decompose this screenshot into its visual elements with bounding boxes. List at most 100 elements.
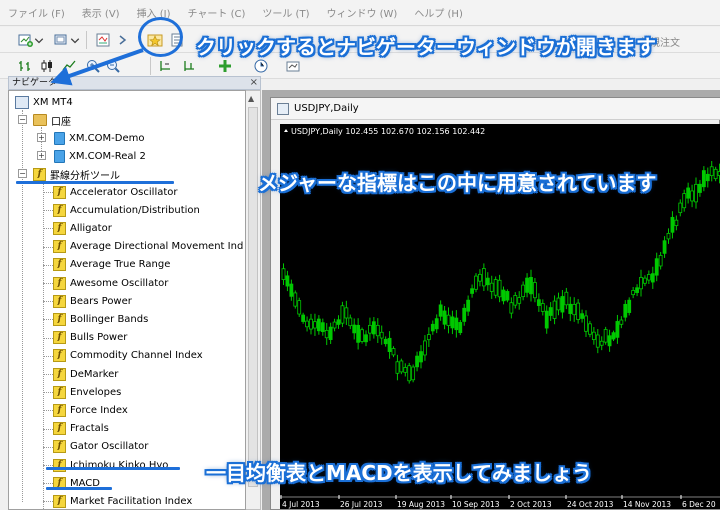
zoom-out-icon[interactable] (104, 57, 122, 75)
tree-account-demo[interactable]: XM.COM-Demo (54, 129, 144, 147)
indicator-label: Bears Power (70, 295, 132, 307)
indicator-label: DeMarker (70, 368, 119, 380)
date-tick-label: 26 Jul 2013 (340, 500, 383, 509)
tree-accounts-folder[interactable]: 口座 (33, 111, 71, 129)
chart-window-title-bar[interactable]: USDJPY,Daily (271, 98, 720, 120)
chart-info-line: USDJPY,Daily 102.455 102.670 102.156 102… (291, 127, 485, 136)
indicator-item[interactable]: f Gator Oscillator (53, 438, 148, 456)
indicator-label: Commodity Channel Index (70, 350, 203, 362)
indicator-label: Gator Oscillator (70, 441, 149, 453)
indicator-item[interactable]: f Bollinger Bands (53, 310, 148, 328)
chart-window: USDJPY,Daily USDJPY,Daily 102.455 102.67… (270, 97, 720, 510)
expand-icon[interactable]: + (37, 133, 46, 142)
date-tick-label: 14 Nov 2013 (623, 500, 671, 509)
indicator-icon: f (53, 185, 66, 199)
date-tick-label: 10 Sep 2013 (452, 500, 500, 509)
new-chart-icon[interactable] (16, 31, 34, 49)
indicator-icon: f (53, 294, 66, 308)
tree-root[interactable]: XM MT4 (15, 93, 73, 111)
indicator-item[interactable]: f Awesome Oscillator (53, 274, 168, 292)
close-icon[interactable]: × (250, 77, 258, 89)
indicator-item[interactable]: f Force Index (53, 401, 128, 419)
macd-underline (46, 487, 112, 490)
indicator-item[interactable]: f Alligator (53, 219, 112, 237)
indicator-label: Accelerator Oscillator (70, 186, 178, 198)
auto-scroll-icon[interactable] (156, 57, 174, 75)
indicator-item[interactable]: f Bulls Power (53, 329, 127, 347)
indicator-icon: f (53, 276, 66, 290)
indicator-icon: f (53, 312, 66, 326)
indicator-label: Bollinger Bands (70, 313, 149, 325)
indicator-item[interactable]: f Accelerator Oscillator (53, 183, 178, 201)
date-tick-label: 4 Jul 2013 (282, 500, 320, 509)
chart-window-icon (277, 102, 289, 115)
date-tick-label: 6 Dec 20 (682, 500, 716, 509)
data-window-icon[interactable] (116, 31, 134, 49)
menu-item-4[interactable]: ツール (T) (262, 5, 309, 20)
menu-item-5[interactable]: ウィンドウ (W) (326, 5, 397, 20)
collapse-icon[interactable]: − (18, 115, 27, 124)
chevron-down-icon[interactable] (34, 31, 44, 49)
zoom-in-icon[interactable] (84, 57, 102, 75)
menu-bar: ファイル (F) 表示 (V) 挿入 (I) チャート (C) ツール (T) ウィンドウ… (0, 0, 720, 26)
date-tick-label: 19 Aug 2013 (397, 500, 445, 509)
indicator-hint-callout: メジャーな指標はこの中に用意されています (258, 171, 657, 195)
tree-account-real[interactable]: XM.COM-Real 2 (54, 147, 146, 165)
select-hint-callout: 一目均衡表とMACDを表示してみましょう (206, 461, 593, 485)
menu-item-3[interactable]: チャート (C) (188, 5, 246, 20)
market-watch-icon[interactable] (94, 31, 112, 49)
indicator-item[interactable]: f Envelopes (53, 383, 121, 401)
indicators-folder-icon: f (33, 167, 46, 181)
indicator-icon: f (53, 349, 66, 363)
navigator-hint-callout: クリックするとナビゲーターウィンドウが開きます (196, 35, 656, 59)
collapse-icon[interactable]: − (18, 169, 27, 178)
indicator-icon: f (53, 221, 66, 235)
scroll-up-icon[interactable]: ▲ (248, 94, 254, 103)
indicator-label: Fractals (70, 423, 109, 435)
indicator-icon: f (53, 422, 66, 436)
indicator-item[interactable]: f Market Facilitation Index (53, 492, 192, 509)
indicator-icon: f (53, 331, 66, 345)
indicator-icon: f (53, 494, 66, 508)
candlestick-icon[interactable] (38, 57, 56, 75)
indicator-label: Average True Range (70, 259, 171, 271)
indicator-label: Alligator (70, 222, 112, 234)
bar-chart-icon[interactable] (16, 57, 34, 75)
indicator-icon: f (53, 240, 66, 254)
line-chart-icon[interactable] (60, 57, 78, 75)
indicator-item[interactable]: f Average True Range (53, 256, 170, 274)
indicators-folder-underline (16, 181, 174, 184)
indicator-icon: f (53, 440, 66, 454)
terminal-root-icon (15, 95, 29, 109)
profiles-icon[interactable] (52, 31, 70, 49)
account-icon (54, 149, 65, 163)
indicator-label: Bulls Power (70, 332, 128, 344)
ichimoku-underline (46, 467, 180, 470)
indicator-label: Average Directional Movement Ind (70, 241, 244, 253)
indicator-item[interactable]: f Ichimoku Kinko Hyo (53, 456, 168, 474)
indicator-item[interactable]: f Bears Power (53, 292, 132, 310)
date-tick-label: 2 Oct 2013 (510, 500, 552, 509)
indicator-icon: f (53, 258, 66, 272)
account-icon (54, 131, 65, 145)
indicator-item[interactable]: f DeMarker (53, 365, 118, 383)
expand-icon[interactable]: + (37, 151, 46, 160)
accounts-folder-icon (33, 114, 47, 126)
menu-item-0[interactable]: ファイル (F) (8, 5, 65, 20)
navigator-scrollbar[interactable]: ▲ (246, 90, 261, 510)
chart-window-title: USDJPY,Daily (294, 103, 359, 114)
indicator-label: Awesome Oscillator (70, 277, 169, 289)
indicator-item[interactable]: f Fractals (53, 420, 109, 438)
navigator-panel: XM MT4 − 口座 + XM.COM-Demo + XM.COM-Real … (8, 90, 246, 510)
menu-item-6[interactable]: ヘルプ (H) (414, 5, 463, 20)
scroll-thumb[interactable] (248, 107, 258, 487)
menu-item-1[interactable]: 表示 (V) (82, 5, 120, 20)
indicator-icon: f (53, 203, 66, 217)
indicator-item[interactable]: f Accumulation/Distribution (53, 201, 200, 219)
indicator-item[interactable]: f Commodity Channel Index (53, 347, 203, 365)
indicator-icon: f (53, 385, 66, 399)
screenshot-root: { "menu": [ {"label": "ファイル (F)"}, {"lab… (0, 0, 720, 510)
indicator-label: Envelopes (70, 386, 122, 398)
chevron-down-icon[interactable] (70, 31, 80, 49)
indicator-item[interactable]: f Average Directional Movement Ind (53, 238, 243, 256)
